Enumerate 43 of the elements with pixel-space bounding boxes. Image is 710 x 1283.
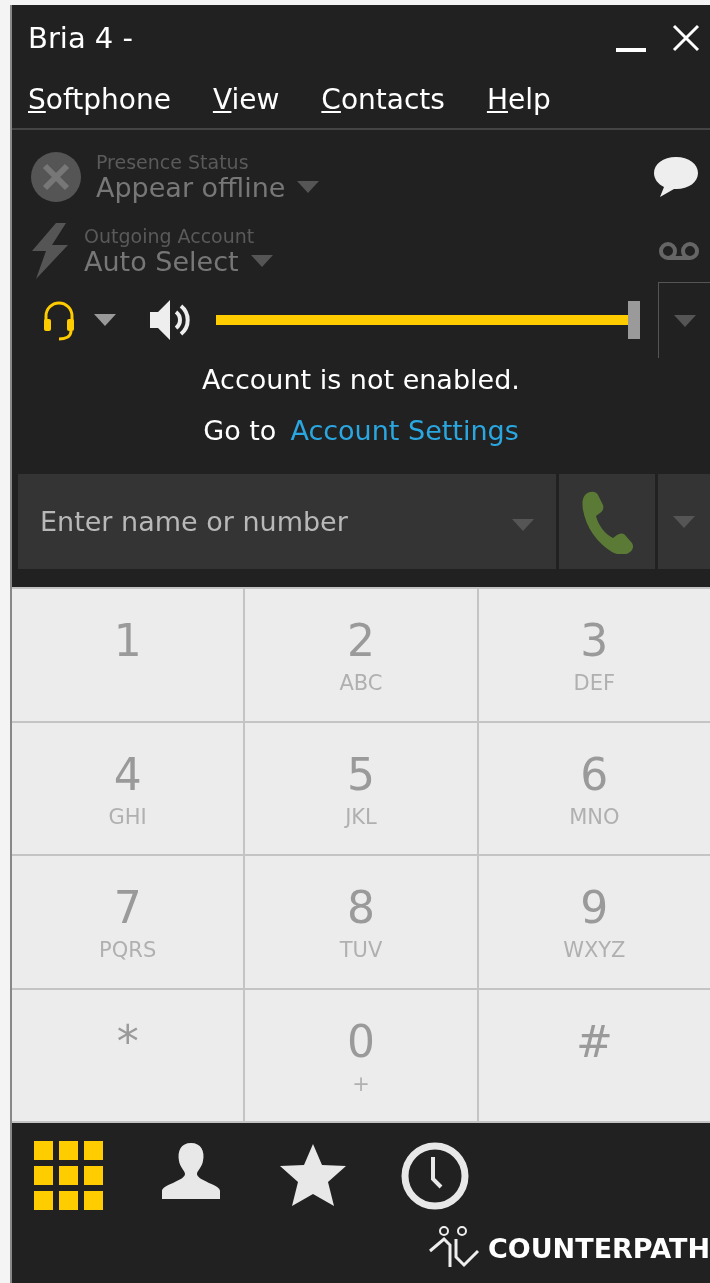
keypad-key[interactable]: 4 GHI bbox=[12, 722, 244, 854]
keypad-key[interactable]: 9 WXYZ bbox=[478, 856, 710, 988]
caret-icon bbox=[673, 314, 696, 327]
chat-icon[interactable] bbox=[652, 155, 700, 199]
presence-dropdown[interactable]: Appear offline bbox=[96, 171, 652, 203]
account-settings-link[interactable]: Account Settings bbox=[290, 415, 519, 446]
keypad-key[interactable]: 6 MNO bbox=[478, 722, 710, 854]
brand-name: COUNTERPATH bbox=[487, 1232, 710, 1264]
minimize-icon bbox=[616, 47, 646, 52]
keypad-key[interactable]: 1 bbox=[12, 589, 244, 721]
message-text: Go to bbox=[203, 415, 277, 446]
caret-icon bbox=[250, 255, 273, 267]
phone-icon bbox=[580, 489, 634, 554]
voicemail-icon[interactable] bbox=[658, 241, 700, 261]
window-title: Bria 4 - bbox=[28, 20, 134, 55]
slider-thumb[interactable] bbox=[628, 301, 640, 339]
offline-status-icon bbox=[30, 151, 82, 203]
caret-icon bbox=[673, 515, 695, 528]
close-icon bbox=[672, 23, 700, 52]
volume-slider[interactable] bbox=[216, 301, 640, 339]
keypad-key[interactable]: 3 DEF bbox=[478, 589, 710, 721]
keypad-key[interactable]: 2 ABC bbox=[245, 589, 477, 721]
caret-icon bbox=[94, 314, 116, 326]
menu-item[interactable]: Help bbox=[486, 82, 551, 116]
lightning-icon bbox=[30, 223, 70, 279]
call-button[interactable] bbox=[559, 474, 655, 569]
caret-icon bbox=[512, 519, 534, 531]
close-button[interactable] bbox=[672, 23, 700, 52]
keypad-key[interactable]: # bbox=[478, 989, 710, 1121]
menu-item[interactable]: View bbox=[212, 82, 280, 116]
status-message: Account is not enabled. bbox=[202, 364, 520, 395]
keypad-key[interactable]: 0 + bbox=[245, 989, 477, 1121]
keypad-key[interactable]: 8 TUV bbox=[245, 856, 477, 988]
caret-icon bbox=[297, 181, 320, 193]
keypad-key[interactable]: 5 JKL bbox=[245, 722, 477, 854]
menu-item[interactable]: Softphone bbox=[28, 82, 171, 116]
dial-field[interactable]: Enter name or number bbox=[18, 474, 556, 569]
menu-item[interactable]: Contacts bbox=[321, 82, 445, 116]
keypad-key[interactable]: * bbox=[12, 989, 244, 1121]
headset-icon[interactable] bbox=[42, 299, 76, 341]
keypad-key[interactable]: 7 PQRS bbox=[12, 856, 244, 988]
field-label: Presence Status bbox=[96, 151, 250, 172]
field-label: Outgoing Account bbox=[84, 225, 256, 246]
